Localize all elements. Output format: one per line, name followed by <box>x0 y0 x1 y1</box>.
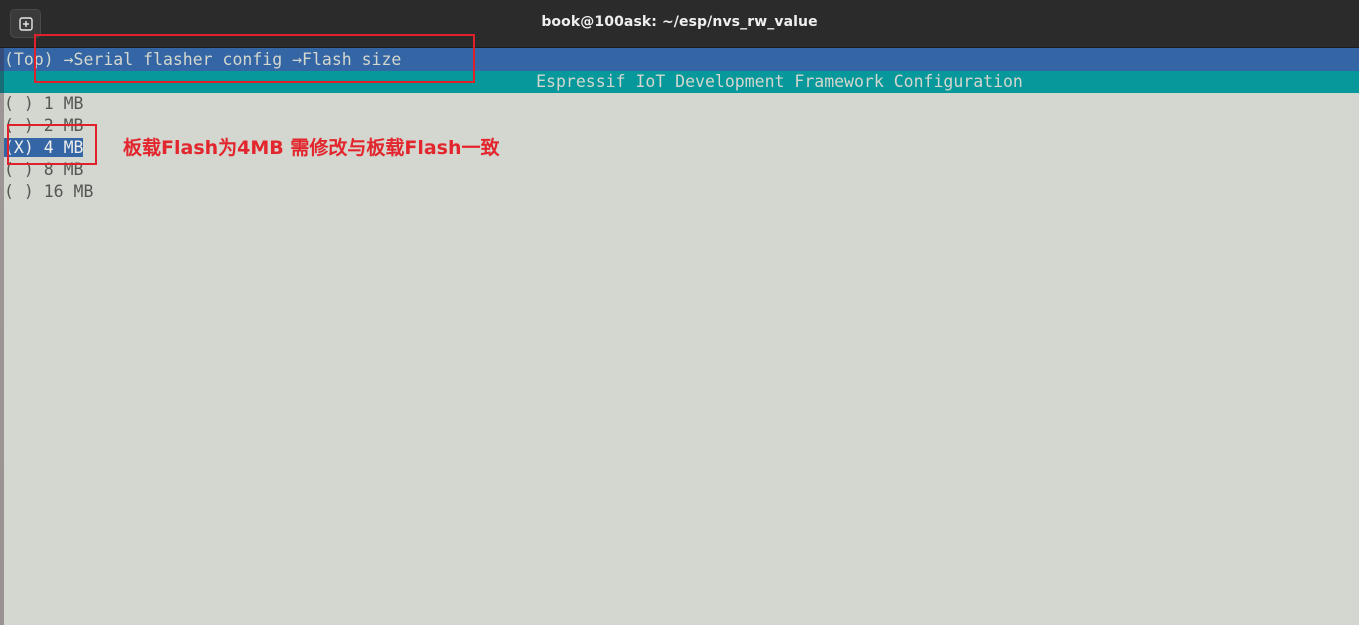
terminal-window: book@100ask: ~/esp/nvs_rw_value (Top) →S… <box>0 0 1359 625</box>
option-1mb[interactable]: ( ) 1 MB <box>4 93 93 115</box>
option-label: ( ) 16 MB <box>4 182 94 201</box>
left-edge-shadow <box>0 48 4 625</box>
annotation-note: 板载Flash为4MB 需修改与板载Flash一致 <box>123 137 500 159</box>
option-16mb[interactable]: ( ) 16 MB <box>4 181 93 203</box>
breadcrumb-highlight-box <box>34 34 475 83</box>
header-title: Espressif IoT Development Framework Conf… <box>536 72 1023 91</box>
window-title: book@100ask: ~/esp/nvs_rw_value <box>541 14 818 30</box>
selected-option-highlight-box <box>7 124 97 165</box>
option-label: ( ) 1 MB <box>4 94 84 113</box>
